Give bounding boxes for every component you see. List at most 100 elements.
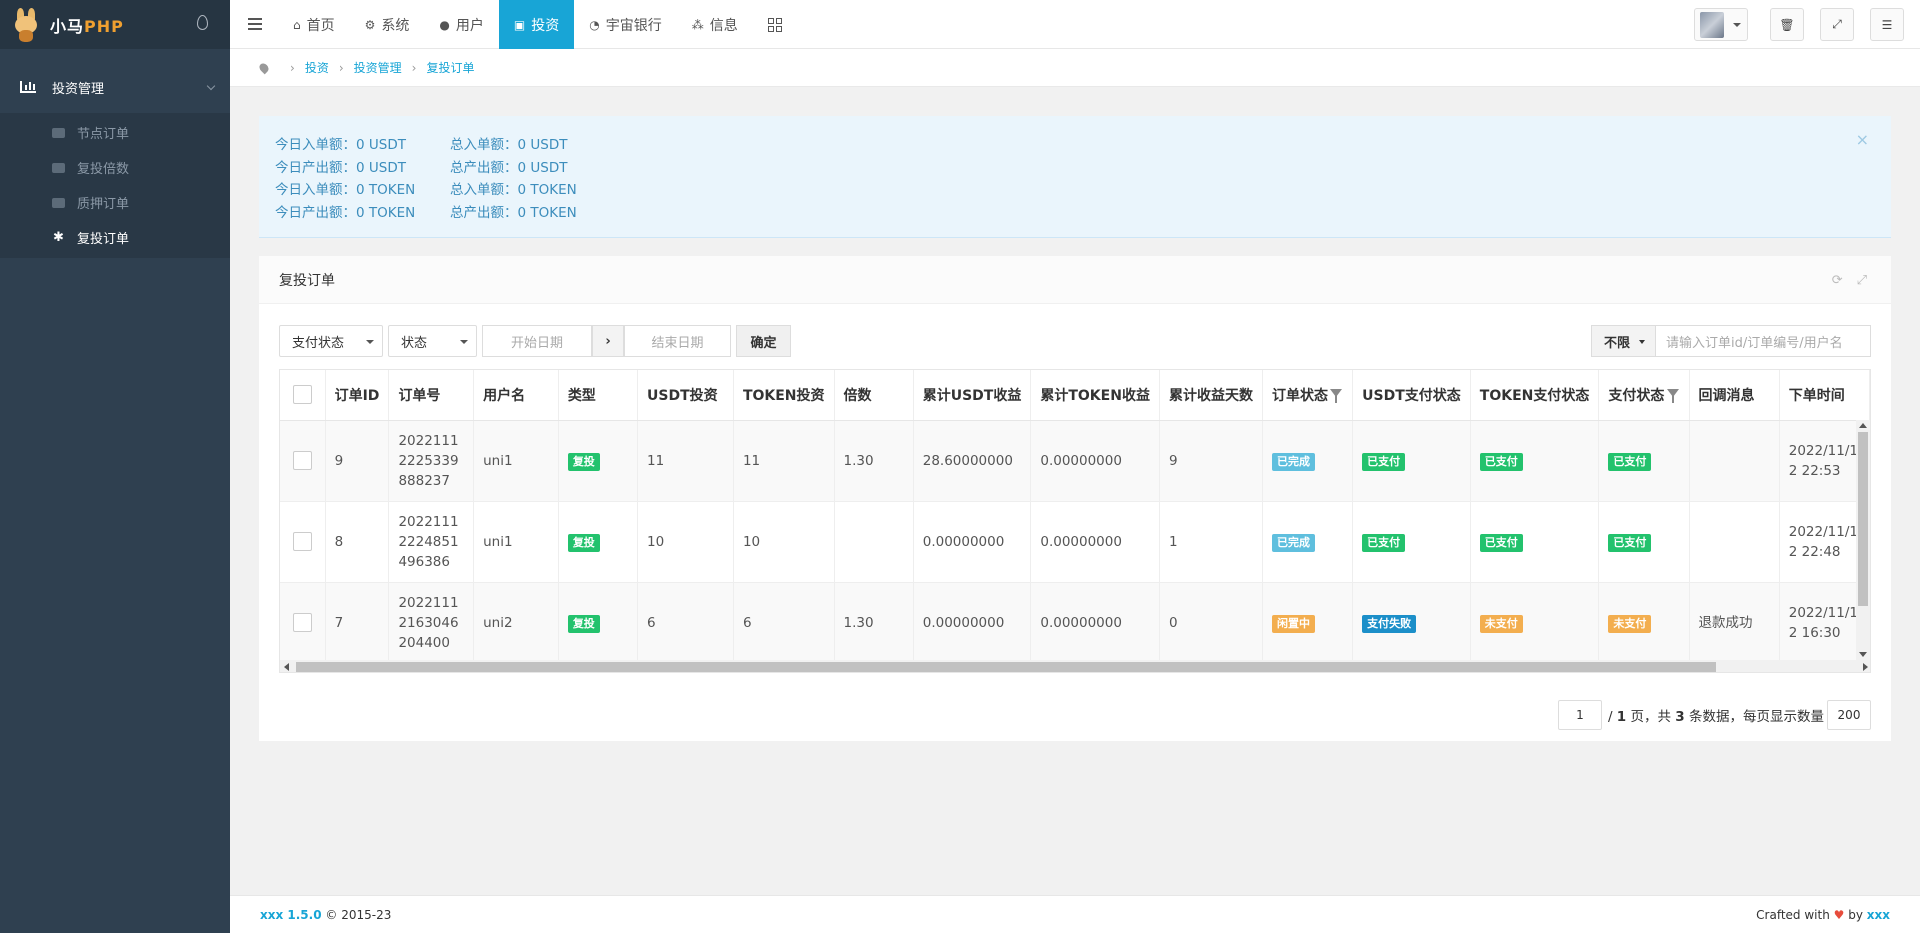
col-header[interactable]: TOKEN投资 (733, 370, 835, 421)
select-value: 状态 (401, 335, 428, 351)
topnav-system[interactable]: ⚙ 系统 (350, 0, 425, 49)
bar-chart-icon (20, 81, 36, 93)
search-input[interactable]: 请输入订单id/订单编号/用户名 (1656, 325, 1871, 357)
col-header-pay-status[interactable]: 支付状态 (1598, 370, 1690, 421)
vertical-scrollbar[interactable] (1856, 420, 1870, 660)
stat-text: 总入单额：0 USDT (450, 137, 568, 153)
cell-usdt-pay: 已支付 (1352, 420, 1471, 502)
footer-author-link[interactable]: xxx (1867, 908, 1890, 922)
page-input[interactable]: 1 (1557, 700, 1602, 730)
topnav-home[interactable]: ⌂ 首页 (278, 0, 350, 49)
breadcrumb-link[interactable]: 复投订单 (426, 59, 474, 76)
cell-usdt-income: 0.00000000 (913, 582, 1032, 664)
table-row[interactable]: 8 20221112224851496386 uni1 复投 10 10 0.0… (280, 501, 1870, 583)
cell-user: uni1 (473, 501, 559, 583)
breadcrumb: › 投资 › 投资管理 › 复投订单 (230, 49, 1920, 87)
row-checkbox[interactable] (292, 532, 312, 551)
close-icon[interactable]: × (1856, 130, 1869, 149)
cell-order-no: 20221112225339888237 (388, 420, 475, 502)
fullscreen-button[interactable]: ⤢ (1820, 8, 1854, 41)
status-badge: 已支付 (1608, 452, 1652, 471)
topnav-universe-bank[interactable]: ◔ 宇宙银行 (574, 0, 676, 49)
col-header[interactable]: 倍数 (834, 370, 914, 421)
footer-copyright: xxx 1.5.0 © 2015-23 (260, 907, 392, 922)
refresh-icon[interactable]: ⟳ (1832, 273, 1843, 288)
hamburger-menu-icon[interactable] (248, 18, 262, 30)
row-select-cell (280, 501, 326, 583)
sidebar-item-pledge-orders[interactable]: 质押订单 (0, 185, 230, 220)
scroll-thumb[interactable] (1858, 432, 1868, 606)
pay-status-select[interactable]: 支付状态 (279, 325, 383, 357)
breadcrumb-link[interactable]: 投资 (305, 59, 329, 76)
col-header[interactable]: 类型 (558, 370, 639, 421)
cell-order-no: 20221112224851496386 (388, 501, 475, 583)
filter-icon[interactable] (1666, 389, 1679, 403)
col-header[interactable]: 累计USDT收益 (913, 370, 1032, 421)
cell-token: 11 (733, 420, 835, 502)
col-header-order-status[interactable]: 订单状态 (1262, 370, 1354, 421)
topnav-label: 用户 (455, 17, 484, 34)
col-header[interactable]: 用户名 (473, 370, 559, 421)
scroll-up-icon[interactable] (1859, 423, 1867, 428)
status-badge: 闲置中 (1271, 614, 1315, 633)
col-header-label: 订单状态 (1271, 387, 1328, 404)
col-header[interactable]: 订单号 (388, 370, 475, 421)
table-row[interactable]: 9 20221112225339888237 uni1 复投 11 11 1.3… (280, 420, 1870, 502)
col-header[interactable]: 订单ID (325, 370, 390, 421)
fullscreen-icon[interactable]: ⤢ (1857, 273, 1867, 288)
row-checkbox[interactable] (292, 613, 312, 632)
asterisk-icon: ✱ (53, 229, 64, 245)
sidebar-group-investment[interactable]: 投资管理 (0, 61, 230, 113)
col-header[interactable]: TOKEN支付状态 (1470, 370, 1600, 421)
table-row[interactable]: 7 20221112163046204400 uni2 复投 6 6 1.30 … (280, 582, 1870, 664)
status-badge: 已支付 (1362, 452, 1406, 471)
dropdown-label: 不限 (1604, 335, 1631, 351)
row-checkbox[interactable] (292, 451, 312, 470)
cell-pay: 已支付 (1598, 501, 1690, 583)
scroll-thumb[interactable] (296, 662, 1716, 672)
cell-multiple: 1.30 (834, 582, 914, 664)
cell-token-income: 0.00000000 (1030, 582, 1160, 664)
per-page-input[interactable]: 200 (1827, 700, 1871, 730)
status-select[interactable]: 状态 (388, 325, 477, 357)
breadcrumb-separator: › (338, 60, 344, 75)
scroll-left-icon[interactable] (284, 663, 289, 671)
clear-cache-button[interactable]: 🗑 (1770, 8, 1804, 41)
topnav-investment[interactable]: ▣ 投资 (498, 0, 575, 49)
search-group: 不限 请输入订单id/订单编号/用户名 (1591, 325, 1871, 357)
col-header[interactable]: USDT支付状态 (1352, 370, 1471, 421)
logo[interactable]: 小马PHP (0, 0, 230, 49)
filter-icon[interactable] (1330, 389, 1343, 403)
sidebar-item-node-orders[interactable]: 节点订单 (0, 115, 230, 150)
scroll-down-icon[interactable] (1859, 652, 1867, 657)
cell-usdt-income: 0.00000000 (913, 501, 1032, 583)
start-date-input[interactable]: 开始日期 (482, 325, 592, 357)
sidebar-item-reinvest-orders[interactable]: ✱ 复投订单 (0, 220, 230, 255)
user-menu-button[interactable] (1694, 8, 1748, 41)
scroll-right-icon[interactable] (1863, 663, 1868, 671)
avatar (1700, 11, 1724, 38)
horizontal-scrollbar[interactable] (280, 660, 1870, 672)
search-scope-dropdown[interactable]: 不限 (1591, 325, 1656, 357)
select-all-checkbox[interactable] (292, 385, 312, 405)
topnav-user[interactable]: ● 用户 (424, 0, 498, 49)
col-header[interactable]: 回调消息 (1689, 370, 1780, 421)
confirm-button[interactable]: 确定 (736, 325, 791, 357)
col-header[interactable]: 累计收益天数 (1159, 370, 1263, 421)
trash-icon: 🗑 (1779, 17, 1795, 32)
end-date-input[interactable]: 结束日期 (624, 325, 731, 357)
col-header[interactable]: 下单时间 (1779, 370, 1870, 421)
cell-pay: 未支付 (1598, 582, 1690, 664)
col-header[interactable]: 累计TOKEN收益 (1030, 370, 1160, 421)
breadcrumb-link[interactable]: 投资管理 (354, 59, 402, 76)
theme-drop-icon[interactable] (197, 15, 208, 30)
sidebar-item-reinvest-multiple[interactable]: 复投倍数 (0, 150, 230, 185)
stat-text: 今日产出额：0 USDT (275, 159, 406, 176)
col-header[interactable]: USDT投资 (637, 370, 734, 421)
settings-button[interactable]: ☰ (1870, 8, 1904, 41)
cloud-icon (52, 127, 65, 138)
topnav-apps[interactable] (753, 0, 797, 49)
topnav-info[interactable]: ⁂ 信息 (677, 0, 753, 49)
cell-id: 9 (325, 420, 390, 502)
row-select-cell (280, 582, 326, 664)
